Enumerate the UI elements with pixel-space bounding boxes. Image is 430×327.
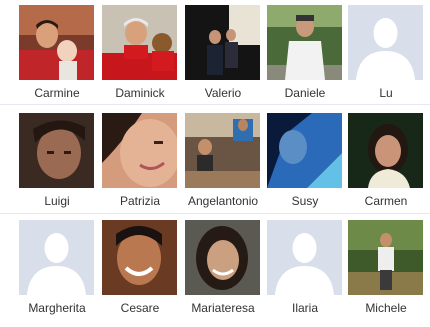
friend-photo[interactable] [102, 5, 177, 80]
friend-tile-lu[interactable]: Lu [346, 5, 430, 105]
friend-name[interactable]: Valerio [179, 86, 267, 100]
silhouette-icon [267, 220, 342, 295]
friend-tile-daniele[interactable]: Daniele [265, 5, 349, 105]
friend-tile-ilaria[interactable]: Ilaria [265, 220, 349, 320]
friend-photo[interactable] [185, 5, 260, 80]
friend-name[interactable]: Mariateresa [179, 301, 267, 315]
friend-photo[interactable] [102, 113, 177, 188]
friend-tile-cesare[interactable]: Cesare [100, 220, 184, 320]
friend-photo[interactable] [102, 220, 177, 295]
friend-photo[interactable] [185, 220, 260, 295]
friend-name[interactable]: Lu [342, 86, 430, 100]
friend-photo[interactable] [348, 113, 423, 188]
friend-name[interactable]: Carmine [13, 86, 101, 100]
friend-tile-mariateresa[interactable]: Mariateresa [183, 220, 267, 320]
friend-photo-placeholder[interactable] [267, 220, 342, 295]
friend-name[interactable]: Margherita [13, 301, 101, 315]
friend-name[interactable]: Luigi [13, 194, 101, 208]
friend-name[interactable]: Susy [261, 194, 349, 208]
friend-name[interactable]: Carmen [342, 194, 430, 208]
friends-grid: Carmine Daminick Valerio Daniele Lu Luig… [0, 0, 430, 327]
friend-tile-daminick[interactable]: Daminick [100, 5, 184, 105]
friend-name[interactable]: Ilaria [261, 301, 349, 315]
friend-tile-carmen[interactable]: Carmen [346, 113, 430, 213]
friend-photo[interactable] [267, 113, 342, 188]
friend-tile-luigi[interactable]: Luigi [17, 113, 101, 213]
friend-name[interactable]: Daminick [96, 86, 184, 100]
friend-name[interactable]: Patrizia [96, 194, 184, 208]
row-divider [0, 213, 430, 214]
silhouette-icon [348, 5, 423, 80]
friend-tile-patrizia[interactable]: Patrizia [100, 113, 184, 213]
friend-photo[interactable] [348, 220, 423, 295]
friend-photo[interactable] [267, 5, 342, 80]
friend-tile-margherita[interactable]: Margherita [17, 220, 101, 320]
friend-name[interactable]: Michele [342, 301, 430, 315]
friend-tile-michele[interactable]: Michele [346, 220, 430, 320]
friend-name[interactable]: Daniele [261, 86, 349, 100]
friend-photo[interactable] [19, 113, 94, 188]
friend-name[interactable]: Angelantonio [179, 194, 267, 208]
friend-photo-placeholder[interactable] [19, 220, 94, 295]
friend-tile-valerio[interactable]: Valerio [183, 5, 267, 105]
friend-photo[interactable] [185, 113, 260, 188]
friend-photo[interactable] [19, 5, 94, 80]
friend-tile-susy[interactable]: Susy [265, 113, 349, 213]
silhouette-icon [19, 220, 94, 295]
friend-name[interactable]: Cesare [96, 301, 184, 315]
friend-tile-angelantonio[interactable]: Angelantonio [183, 113, 267, 213]
friend-photo-placeholder[interactable] [348, 5, 423, 80]
friend-tile-carmine[interactable]: Carmine [17, 5, 101, 105]
